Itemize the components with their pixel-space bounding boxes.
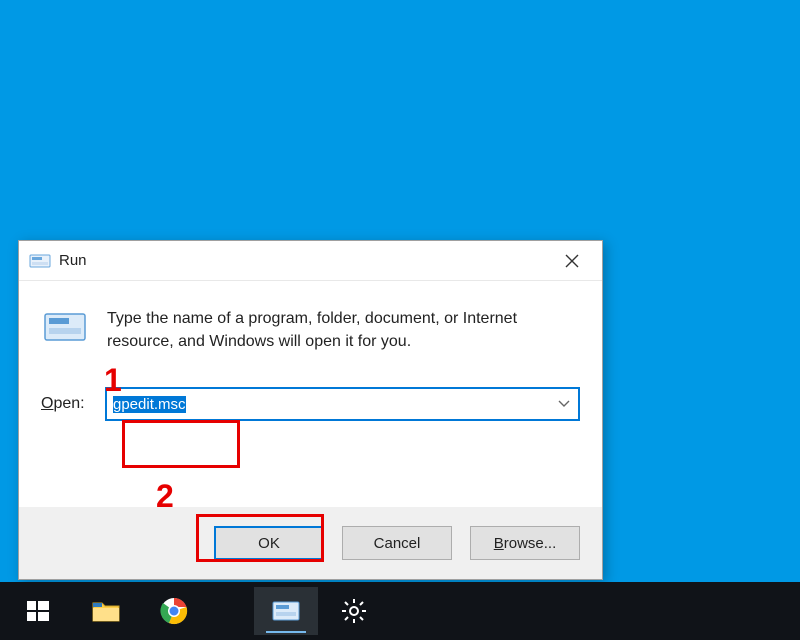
open-combobox[interactable] [105,387,580,421]
run-title-icon [29,251,51,271]
titlebar: Run [19,241,602,281]
windows-icon [26,599,50,623]
taskbar-run-dialog[interactable] [254,587,318,635]
taskbar-chrome[interactable] [142,587,206,635]
run-dialog: Run Type the name of a program, folder, … [18,240,603,580]
run-body-icon [41,305,89,349]
close-icon[interactable] [548,243,596,279]
dialog-body: Type the name of a program, folder, docu… [19,281,602,507]
open-input[interactable] [107,389,550,419]
chrome-icon [160,597,188,625]
dialog-title: Run [59,252,548,269]
cancel-button[interactable]: Cancel [342,526,452,560]
taskbar-settings[interactable] [322,587,386,635]
open-label: Open: [41,395,105,413]
taskbar [0,582,800,640]
settings-icon [341,598,367,624]
browse-button[interactable]: Browse... [470,526,580,560]
file-explorer-icon [91,598,121,624]
chevron-down-icon[interactable] [550,389,578,419]
ok-button[interactable]: OK [214,526,324,560]
taskbar-file-explorer[interactable] [74,587,138,635]
dialog-description: Type the name of a program, folder, docu… [107,305,580,353]
dialog-buttons: OK Cancel Browse... [19,507,602,579]
start-button[interactable] [6,587,70,635]
run-dialog-icon [271,599,301,623]
